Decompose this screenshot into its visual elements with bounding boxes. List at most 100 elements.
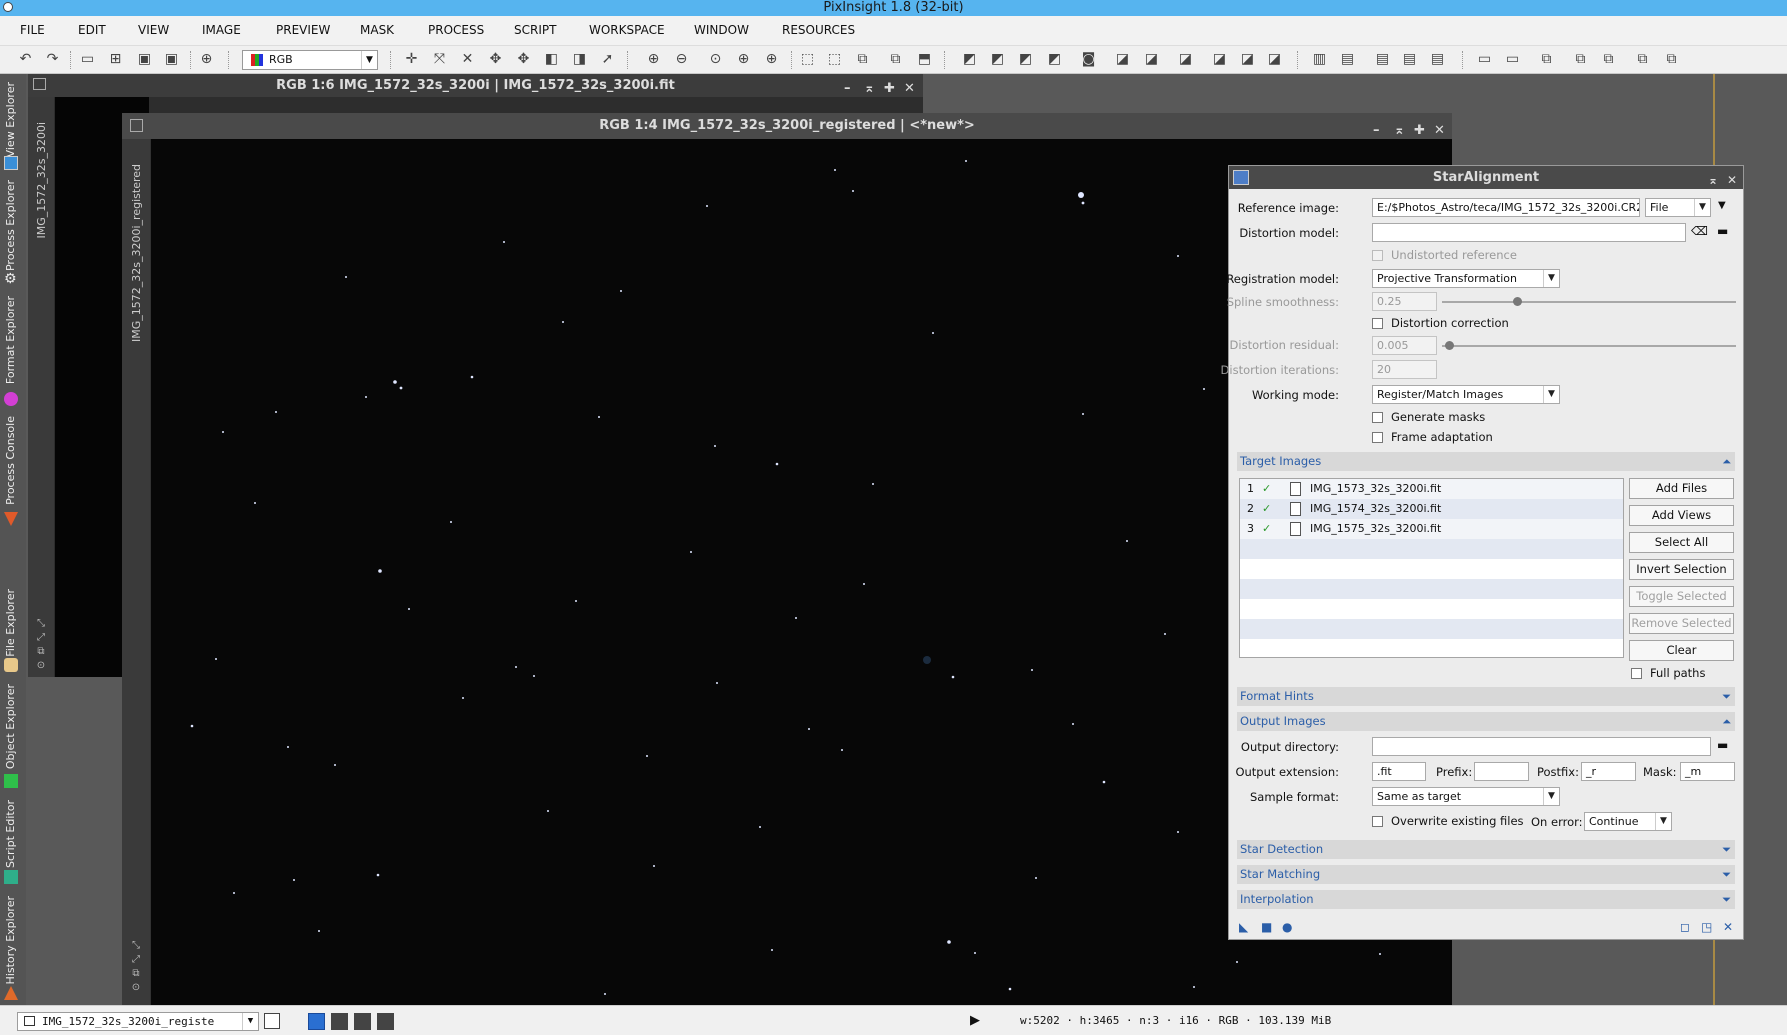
undistorted-reference-checkbox[interactable]: Undistorted reference xyxy=(1372,248,1517,262)
mask-select-icon[interactable]: ◪ xyxy=(1177,51,1194,68)
tab-file-explorer[interactable]: File Explorer xyxy=(4,589,17,657)
add-views-button[interactable]: Add Views xyxy=(1629,505,1734,526)
distortion-iterations-spinbox[interactable]: 20 xyxy=(1372,360,1437,379)
side-tool-icons[interactable]: ⤡ ⤢ ⧉ ⊙ xyxy=(129,939,143,995)
tab-object-explorer[interactable]: Object Explorer xyxy=(4,684,17,769)
output-extension-field[interactable]: .fit xyxy=(1372,762,1426,781)
checkmark-icon[interactable]: ✓ xyxy=(1262,499,1271,519)
working-mode-select[interactable]: Register/Match Images ▼ xyxy=(1372,385,1560,404)
distortion-residual-slider[interactable] xyxy=(1442,345,1736,347)
close-icon[interactable]: ✕ xyxy=(904,77,915,100)
mask-edit-icon[interactable]: ◩ xyxy=(989,51,1006,68)
pointer-icon[interactable]: ➚ xyxy=(599,51,616,68)
track-view-icon[interactable]: ◳ xyxy=(1701,920,1712,934)
menu-view[interactable]: VIEW xyxy=(138,23,169,37)
redo-icon[interactable]: ↷ xyxy=(44,51,61,68)
stf-blue-icon[interactable] xyxy=(377,1013,394,1030)
window-cascade-icon[interactable]: ▤ xyxy=(1339,51,1356,68)
mask-remove-icon[interactable]: ◩ xyxy=(1046,51,1063,68)
toggle-view-icon[interactable]: ⧉ xyxy=(887,51,904,68)
new-image-icon[interactable]: ▭ xyxy=(79,51,96,68)
readout-mode-icon[interactable]: ✛ xyxy=(403,51,420,68)
tab-view-explorer[interactable]: View Explorer xyxy=(4,82,17,157)
menu-edit[interactable]: EDIT xyxy=(78,23,106,37)
sample-format-select[interactable]: Same as target ▼ xyxy=(1372,787,1560,806)
edit-preview-icon[interactable]: ◨ xyxy=(571,51,588,68)
browse-documentation-icon[interactable]: ◻ xyxy=(1680,920,1690,934)
zoom-in-icon[interactable]: ⊕ xyxy=(645,51,662,68)
spline-smoothness-slider[interactable] xyxy=(1442,301,1736,303)
menu-file[interactable]: FILE xyxy=(20,23,45,37)
reference-image-field[interactable]: E:/$Photos_Astro/teca/IMG_1572_32s_3200i… xyxy=(1372,198,1640,217)
shade-icon[interactable]: ⌅ xyxy=(864,77,875,100)
mask-apply-icon[interactable]: ◪ xyxy=(1266,51,1283,68)
apply-icon[interactable]: ■ xyxy=(1261,920,1272,934)
mask-disable-icon[interactable]: ◪ xyxy=(1143,51,1160,68)
select-all-button[interactable]: Select All xyxy=(1629,532,1734,553)
zoom-out-icon[interactable]: ⊖ xyxy=(673,51,690,68)
pan-icon[interactable]: ✥ xyxy=(487,51,504,68)
slider-handle[interactable] xyxy=(1445,341,1454,350)
screen-import-icon[interactable]: ⧉ xyxy=(1663,51,1680,68)
invert-selection-button[interactable]: Invert Selection xyxy=(1629,559,1734,580)
close-icon[interactable]: ✕ xyxy=(1727,169,1737,192)
window-close-all-icon[interactable]: ▤ xyxy=(1429,51,1446,68)
menu-mask[interactable]: MASK xyxy=(360,23,394,37)
toggle-selected-button[interactable]: Toggle Selected xyxy=(1629,586,1734,607)
dialog-titlebar[interactable]: StarAlignment ⌅ ✕ xyxy=(1229,166,1743,189)
new-workspace-icon[interactable]: ⊕ xyxy=(198,51,215,68)
list-item[interactable]: 1 ✓ IMG_1573_32s_3200i.fit xyxy=(1240,479,1623,499)
registration-model-select[interactable]: Projective Transformation ▼ xyxy=(1372,269,1560,288)
slider-handle[interactable] xyxy=(1513,297,1522,306)
mask-enable-icon[interactable]: ◪ xyxy=(1114,51,1131,68)
window-minimize-all-icon[interactable]: ▤ xyxy=(1374,51,1391,68)
menu-image[interactable]: IMAGE xyxy=(202,23,241,37)
menu-workspace[interactable]: WORKSPACE xyxy=(589,23,665,37)
save-icon[interactable]: ▣ xyxy=(136,51,153,68)
zoom-1-2-icon[interactable]: ⊕ xyxy=(763,51,780,68)
stf-red-icon[interactable] xyxy=(331,1013,348,1030)
window-titlebar[interactable]: RGB 1:4 IMG_1572_32s_3200i_registered | … xyxy=(122,113,1452,139)
frame-adaptation-checkbox[interactable]: Frame adaptation xyxy=(1372,430,1493,444)
section-star-matching[interactable]: Star Matching ⏷ xyxy=(1237,865,1735,884)
section-output-images[interactable]: Output Images ⏶ xyxy=(1237,712,1735,731)
menu-script[interactable]: SCRIPT xyxy=(514,23,556,37)
open-icon[interactable]: ⊞ xyxy=(107,51,124,68)
apply-global-icon[interactable]: ● xyxy=(1282,920,1292,934)
play-icon[interactable]: ▶ xyxy=(970,1013,980,1028)
list-item[interactable]: 3 ✓ IMG_1575_32s_3200i.fit xyxy=(1240,519,1623,539)
generate-masks-checkbox[interactable]: Generate masks xyxy=(1372,410,1485,424)
reference-source-select[interactable]: File ▼ xyxy=(1645,198,1711,217)
screen-close-icon[interactable]: ⧉ xyxy=(1572,51,1589,68)
tab-script-editor[interactable]: Script Editor xyxy=(4,800,17,868)
chevron-down-icon[interactable]: ▼ xyxy=(1718,200,1726,211)
view-selector[interactable]: IMG_1572_32s_3200i_registe ▼ xyxy=(17,1012,259,1031)
tab-history-explorer[interactable]: History Explorer xyxy=(4,896,17,984)
tab-process-explorer[interactable]: Process Explorer xyxy=(4,180,17,271)
target-images-list[interactable]: 1 ✓ IMG_1573_32s_3200i.fit 2 ✓ IMG_1574_… xyxy=(1239,478,1624,658)
move-icon[interactable]: ✥ xyxy=(515,51,532,68)
folder-icon[interactable]: ▬ xyxy=(1717,738,1728,752)
add-files-button[interactable]: Add Files xyxy=(1629,478,1734,499)
prefix-field[interactable] xyxy=(1474,762,1529,781)
menu-window[interactable]: WINDOW xyxy=(694,23,749,37)
new-instance-icon[interactable]: ◣ xyxy=(1239,920,1248,934)
screen-arrange-icon[interactable]: ⧉ xyxy=(1538,51,1555,68)
output-directory-field[interactable] xyxy=(1372,737,1711,756)
screen-reset-icon[interactable]: ⧉ xyxy=(1600,51,1617,68)
overwrite-existing-checkbox[interactable]: Overwrite existing files xyxy=(1372,814,1524,828)
remove-selected-button[interactable]: Remove Selected xyxy=(1629,613,1734,634)
postfix-field[interactable]: _r xyxy=(1581,762,1636,781)
window-titlebar[interactable]: RGB 1:6 IMG_1572_32s_3200i | IMG_1572_32… xyxy=(28,74,923,97)
fit-view-icon[interactable]: ⬚ xyxy=(799,51,816,68)
fit-screen-icon[interactable]: ⬒ xyxy=(916,51,933,68)
mask-show-icon[interactable]: ◙ xyxy=(1080,51,1097,68)
screen-stf-icon[interactable]: ▭ xyxy=(1504,51,1521,68)
mask-toggle-icon[interactable]: ◪ xyxy=(1211,51,1228,68)
menu-process[interactable]: PROCESS xyxy=(428,23,484,37)
screen-export-icon[interactable]: ⧉ xyxy=(1634,51,1651,68)
save-as-icon[interactable]: ▣ xyxy=(163,51,180,68)
full-paths-checkbox[interactable]: Full paths xyxy=(1631,666,1705,680)
menu-resources[interactable]: RESOURCES xyxy=(782,23,855,37)
tab-process-console[interactable]: Process Console xyxy=(4,416,17,505)
